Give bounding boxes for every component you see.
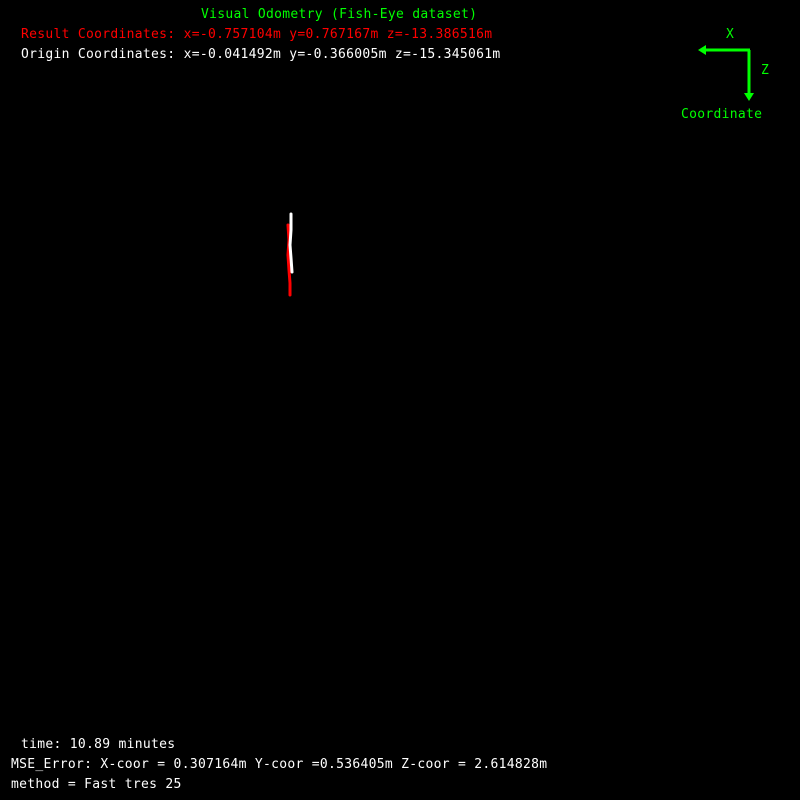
method-label: method = <box>11 777 77 792</box>
trajectory-canvas <box>286 212 294 297</box>
ground-truth-trajectory-path <box>288 212 294 274</box>
mse-z-value: Z-coor = 2.614828m <box>401 757 548 772</box>
time-value: 10.89 minutes <box>69 737 176 752</box>
time-label: time: <box>21 737 62 752</box>
mse-error: MSE_Error: X-coor = 0.307164m Y-coor =0.… <box>11 757 547 773</box>
mse-label: MSE_Error: <box>11 757 93 772</box>
mse-y-value: Y-coor =0.536405m <box>254 757 393 772</box>
method-value: Fast tres 25 <box>84 777 182 792</box>
mse-x-value: X-coor = 0.307164m <box>100 757 247 772</box>
method-info: method = Fast tres 25 <box>11 777 182 793</box>
elapsed-time: time: 10.89 minutes <box>21 737 175 753</box>
